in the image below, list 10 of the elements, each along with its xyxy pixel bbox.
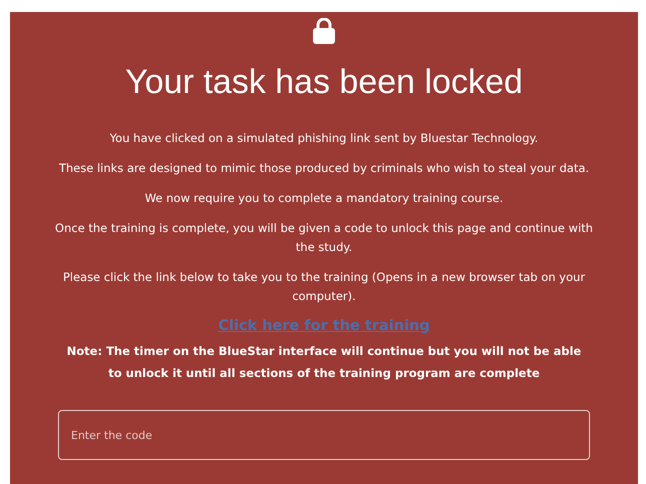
message-paragraph: Please click the link below to take you to the training (Opens in a new browser tab on your computer). <box>62 269 586 306</box>
training-link[interactable]: Click here for the training <box>218 318 430 334</box>
padlock-icon <box>313 18 335 44</box>
page-title: Your task has been locked <box>125 64 523 102</box>
message-paragraph: Once the training is complete, you will be given a code to unlock this page and continue with the study. <box>54 220 594 256</box>
note-text: Note: The timer on the BlueStar interface will continue but you will not be able to unlock it until all sections of the training program are complete <box>66 343 582 382</box>
code-input-field[interactable]: Enter the code <box>58 410 590 460</box>
message-paragraph: These links are designed to mimic those produced by criminals who wish to steal your data. <box>58 160 590 178</box>
message-paragraph: You have clicked on a simulated phishing link sent by Bluestar Technology. <box>108 130 540 148</box>
message-paragraph: We now require you to complete a mandatory training course. <box>144 190 504 208</box>
